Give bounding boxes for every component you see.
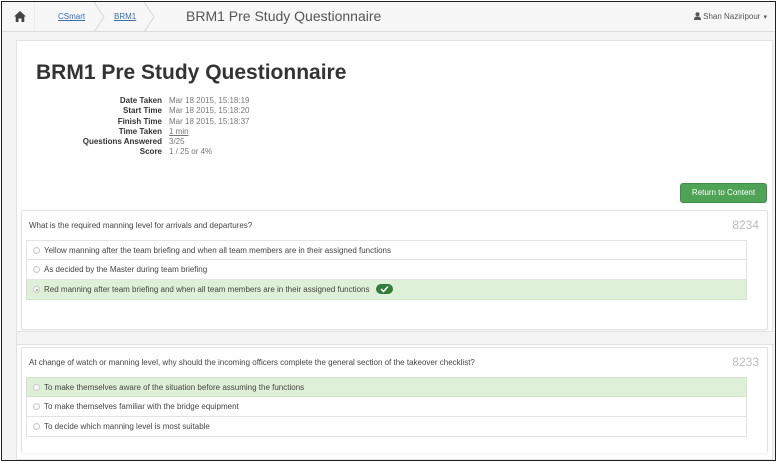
page-title: BRM1 Pre Study Questionnaire	[36, 61, 347, 84]
radio-button-selected[interactable]	[33, 286, 40, 293]
answer-option[interactable]: As decided by the Master during team bri…	[26, 260, 747, 280]
user-name: Shan Naziripour	[703, 12, 761, 21]
detail-label: Time Taken	[118, 126, 162, 136]
answer-label: To make themselves familiar with the bri…	[44, 402, 239, 411]
question-id: 8234	[732, 218, 759, 232]
answer-label: Red manning after team briefing and when…	[44, 285, 370, 294]
detail-row-date-taken: Date Taken Mar 18 2015, 15:18:19	[31, 96, 331, 106]
radio-button[interactable]	[33, 403, 40, 410]
detail-value: 1 min	[169, 126, 189, 136]
breadcrumb-label[interactable]: CSmart	[58, 12, 85, 21]
radio-button[interactable]	[33, 423, 40, 430]
answer-label-wrap: Red manning after team briefing and when…	[44, 280, 393, 299]
breadcrumb-item-csmart[interactable]: CSmart	[34, 2, 106, 32]
answer-label: As decided by the Master during team bri…	[44, 265, 208, 274]
answer-option-correct[interactable]: Red manning after team briefing and when…	[26, 280, 747, 300]
detail-value: 3/25	[169, 137, 185, 147]
user-icon	[694, 12, 702, 20]
breadcrumb-label[interactable]: BRM1	[114, 12, 136, 21]
radio-button[interactable]	[33, 247, 40, 254]
answer-option[interactable]: Yellow manning after the team briefing a…	[26, 240, 747, 260]
home-icon[interactable]	[13, 10, 27, 23]
question-text: At change of watch or manning level, why…	[29, 358, 475, 367]
detail-label: Finish Time	[117, 116, 162, 126]
detail-row-time-taken: Time Taken 1 min	[31, 127, 331, 137]
answer-list: To make themselves aware of the situatio…	[26, 377, 747, 437]
user-menu[interactable]: Shan Naziripour ▾	[694, 12, 767, 21]
question-card: At change of watch or manning level, why…	[21, 347, 768, 453]
chevron-down-icon: ▾	[763, 14, 767, 21]
detail-row-start-time: Start Time Mar 18 2015, 15:18:20	[31, 106, 331, 116]
return-to-content-button[interactable]: Return to Content	[680, 183, 767, 203]
answer-option[interactable]: To decide which manning level is most su…	[26, 417, 747, 437]
detail-label: Date Taken	[119, 96, 162, 105]
detail-label: Score	[139, 147, 162, 157]
question-id: 8233	[732, 355, 759, 369]
detail-row-score: Score 1 / 25 or 4%	[31, 147, 331, 157]
detail-value: Mar 18 2015, 15:18:19	[169, 96, 250, 105]
answer-label: Yellow manning after the team briefing a…	[44, 246, 392, 255]
answer-label: To decide which manning level is most su…	[44, 422, 210, 431]
detail-row-finish-time: Finish Time Mar 18 2015, 15:18:37	[31, 117, 331, 127]
question-card: What is the required manning level for a…	[21, 210, 768, 330]
section-divider	[17, 331, 774, 345]
detail-value: 1 / 25 or 4%	[169, 147, 213, 157]
detail-row-questions-answered: Questions Answered 3/25	[31, 137, 331, 147]
answer-list: Yellow manning after the team briefing a…	[26, 240, 747, 300]
top-navbar: CSmart BRM1 BRM1 Pre Study Questionnaire…	[2, 2, 775, 32]
answer-option-correct[interactable]: To make themselves aware of the situatio…	[26, 377, 747, 397]
radio-button[interactable]	[33, 384, 40, 391]
main-content: BRM1 Pre Study Questionnaire Date Taken M…	[16, 40, 774, 460]
answer-label: To make themselves aware of the situatio…	[44, 383, 305, 392]
question-text: What is the required manning level for a…	[29, 221, 253, 230]
breadcrumb-item-brm1[interactable]: BRM1	[104, 2, 156, 32]
detail-value: Mar 18 2015, 15:18:37	[169, 116, 250, 126]
breadcrumb-current: BRM1 Pre Study Questionnaire	[186, 8, 382, 24]
app-frame: CSmart BRM1 BRM1 Pre Study Questionnaire…	[1, 1, 776, 461]
radio-button[interactable]	[33, 266, 40, 273]
detail-value: Mar 18 2015, 15:18:20	[169, 106, 250, 116]
detail-label: Start Time	[123, 106, 162, 116]
answer-option[interactable]: To make themselves familiar with the bri…	[26, 397, 747, 417]
check-icon	[375, 284, 393, 294]
quiz-details: Date Taken Mar 18 2015, 15:18:19 Start Ti…	[31, 96, 331, 158]
detail-label: Questions Answered	[82, 137, 162, 147]
